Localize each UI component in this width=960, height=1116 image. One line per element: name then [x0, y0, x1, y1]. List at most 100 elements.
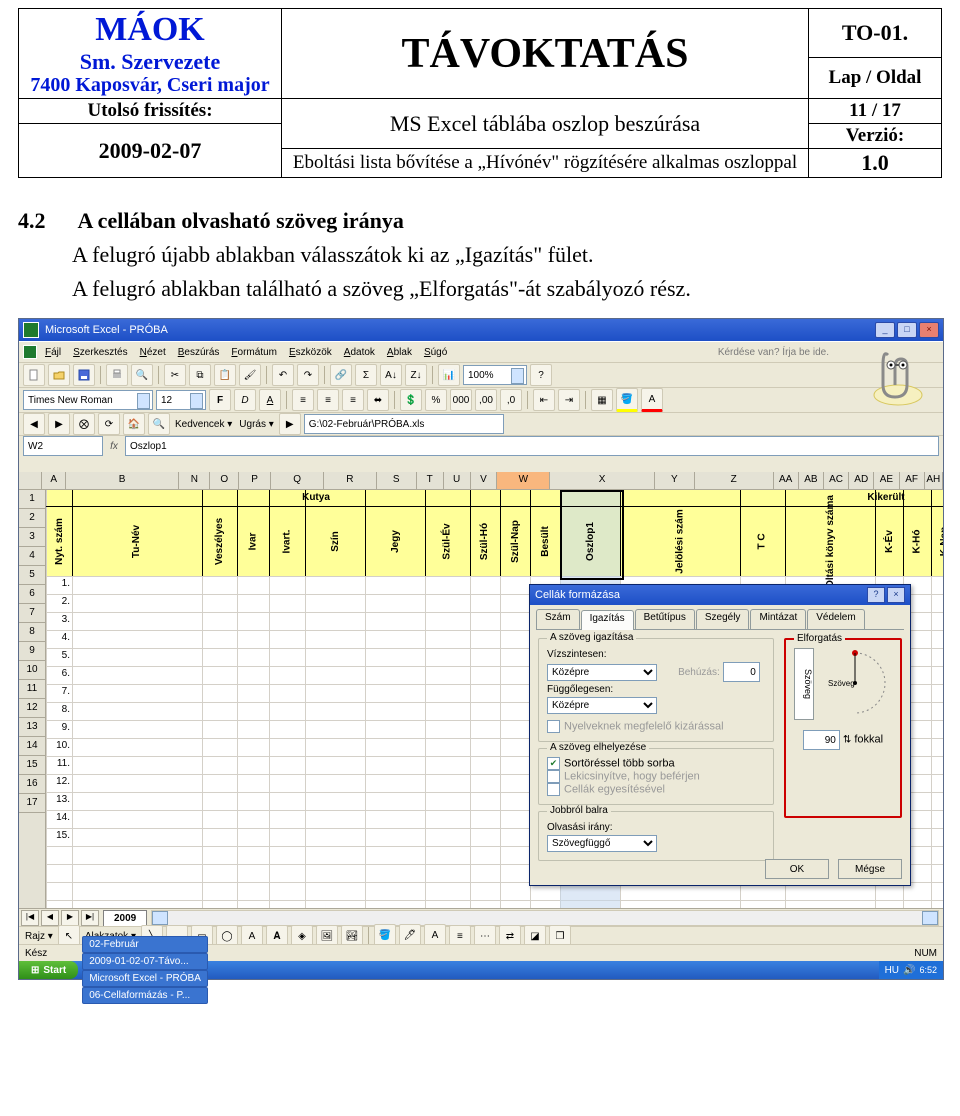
column-title[interactable]: Szül-Nap	[500, 508, 530, 574]
merge-checkbox[interactable]	[547, 783, 560, 796]
data-cell[interactable]: 1.	[46, 578, 70, 589]
merged-header[interactable]: Kutya	[72, 490, 561, 506]
column-title[interactable]: Oltási könyv száma	[785, 508, 875, 574]
taskbar-item[interactable]: Microsoft Excel - PRÓBA	[82, 970, 208, 987]
shrink-checkbox[interactable]	[547, 770, 560, 783]
first-sheet-button[interactable]: |◀	[21, 910, 39, 926]
menu-ablak[interactable]: Ablak	[381, 346, 418, 359]
col-header[interactable]: W	[497, 472, 550, 489]
tab-szám[interactable]: Szám	[536, 609, 580, 629]
col-header[interactable]: Z	[695, 472, 774, 489]
paste-icon[interactable]: 📋	[214, 364, 236, 386]
menu-fájl[interactable]: Fájl	[39, 346, 67, 359]
autosum-icon[interactable]: Σ	[355, 364, 377, 386]
tab-szegély[interactable]: Szegély	[696, 609, 750, 629]
row-header[interactable]: 2	[19, 509, 45, 528]
column-title[interactable]: Jelölési szám	[620, 508, 740, 574]
tray-volume-icon[interactable]: 🔊	[903, 965, 915, 976]
cut-icon[interactable]: ✂	[164, 364, 186, 386]
favorites-label[interactable]: Kedvencek ▾	[173, 419, 234, 430]
sort-desc-icon[interactable]: Z↓	[405, 364, 427, 386]
col-header[interactable]: V	[471, 472, 498, 489]
currency-icon[interactable]: 💲	[400, 389, 422, 411]
open-icon[interactable]	[48, 364, 70, 386]
comma-icon[interactable]: 000	[450, 389, 472, 411]
data-cell[interactable]: 8.	[46, 704, 70, 715]
tab-védelem[interactable]: Védelem	[807, 609, 864, 629]
vertical-select[interactable]: Középre	[547, 697, 657, 714]
justify-dist-checkbox[interactable]	[547, 720, 560, 733]
minimize-button[interactable]: _	[875, 322, 895, 338]
column-title[interactable]: Szül-Év	[425, 508, 470, 574]
col-header[interactable]: X	[550, 472, 655, 489]
merge-icon[interactable]: ⬌	[367, 389, 389, 411]
goto-label[interactable]: Ugrás ▾	[237, 419, 275, 430]
font-name-combo[interactable]: Times New Roman	[23, 390, 153, 410]
column-title[interactable]: Jegy	[365, 508, 425, 574]
dialog-titlebar[interactable]: Cellák formázása ? ×	[530, 585, 910, 605]
row-header[interactable]: 4	[19, 547, 45, 566]
row-header[interactable]: 15	[19, 756, 45, 775]
inc-decimal-icon[interactable]: ,00	[475, 389, 497, 411]
row-header[interactable]: 9	[19, 642, 45, 661]
row-header[interactable]: 5	[19, 566, 45, 585]
data-cell[interactable]: 12.	[46, 776, 70, 787]
window-titlebar[interactable]: Microsoft Excel - PRÓBA _ □ ×	[19, 319, 943, 341]
dec-indent-icon[interactable]: ⇤	[533, 389, 555, 411]
inc-indent-icon[interactable]: ⇥	[558, 389, 580, 411]
col-header[interactable]: P	[239, 472, 271, 489]
draw-menu[interactable]: Rajz ▾	[23, 931, 55, 942]
column-title[interactable]: K-Nap	[931, 508, 943, 574]
merged-header[interactable]	[620, 490, 786, 506]
sort-asc-icon[interactable]: A↓	[380, 364, 402, 386]
horizontal-select[interactable]: Középre	[547, 664, 657, 681]
data-cell[interactable]: 15.	[46, 830, 70, 841]
col-header[interactable]: A	[42, 472, 65, 489]
data-cell[interactable]: 6.	[46, 668, 70, 679]
select-all-corner[interactable]	[19, 472, 42, 489]
row-header[interactable]: 6	[19, 585, 45, 604]
row-header[interactable]: 13	[19, 718, 45, 737]
col-header[interactable]: S	[377, 472, 417, 489]
preview-icon[interactable]: 🔍	[131, 364, 153, 386]
cancel-button[interactable]: Mégse	[838, 859, 902, 879]
taskbar-item[interactable]: 2009-01-02-07-Távo...	[82, 953, 208, 970]
menu-adatok[interactable]: Adatok	[338, 346, 381, 359]
align-right-icon[interactable]: ≡	[342, 389, 364, 411]
copy-icon[interactable]: ⧉	[189, 364, 211, 386]
column-title[interactable]: Szül-Hó	[470, 508, 500, 574]
data-cell[interactable]: 14.	[46, 812, 70, 823]
rotation-dial[interactable]: Szöveg	[820, 648, 890, 718]
name-box[interactable]: W2	[23, 436, 103, 456]
tab-mintázat[interactable]: Mintázat	[750, 609, 806, 629]
save-icon[interactable]	[73, 364, 95, 386]
col-header[interactable]: B	[66, 472, 179, 489]
address-path[interactable]: G:\02-Február\PRÓBA.xls	[304, 414, 504, 434]
row-header[interactable]: 11	[19, 680, 45, 699]
clippy-icon[interactable]	[863, 345, 933, 409]
col-header[interactable]: AF	[900, 472, 925, 489]
col-header[interactable]: AD	[849, 472, 874, 489]
col-header[interactable]: AA	[774, 472, 799, 489]
maximize-button[interactable]: □	[897, 322, 917, 338]
row-header[interactable]: 8	[19, 623, 45, 642]
column-title[interactable]: Nyt. szám	[46, 508, 72, 574]
search-web-icon[interactable]: 🔍	[148, 413, 170, 435]
indent-spinner[interactable]	[723, 662, 760, 682]
next-sheet-button[interactable]: ▶	[61, 910, 79, 926]
refresh-icon[interactable]: ⟳	[98, 413, 120, 435]
row-header[interactable]: 10	[19, 661, 45, 680]
data-cell[interactable]: 5.	[46, 650, 70, 661]
col-header[interactable]: N	[179, 472, 210, 489]
row-header[interactable]: 7	[19, 604, 45, 623]
horizontal-scrollbar[interactable]	[151, 910, 939, 926]
column-title[interactable]: K-Év	[875, 508, 903, 574]
menu-nézet[interactable]: Nézet	[134, 346, 172, 359]
data-cell[interactable]: 4.	[46, 632, 70, 643]
close-button[interactable]: ×	[919, 322, 939, 338]
menu-súgó[interactable]: Súgó	[418, 346, 453, 359]
dec-decimal-icon[interactable]: ,0	[500, 389, 522, 411]
data-cell[interactable]: 7.	[46, 686, 70, 697]
column-title[interactable]: Tu-Név	[72, 508, 202, 574]
fx-icon[interactable]: fx	[103, 441, 125, 452]
